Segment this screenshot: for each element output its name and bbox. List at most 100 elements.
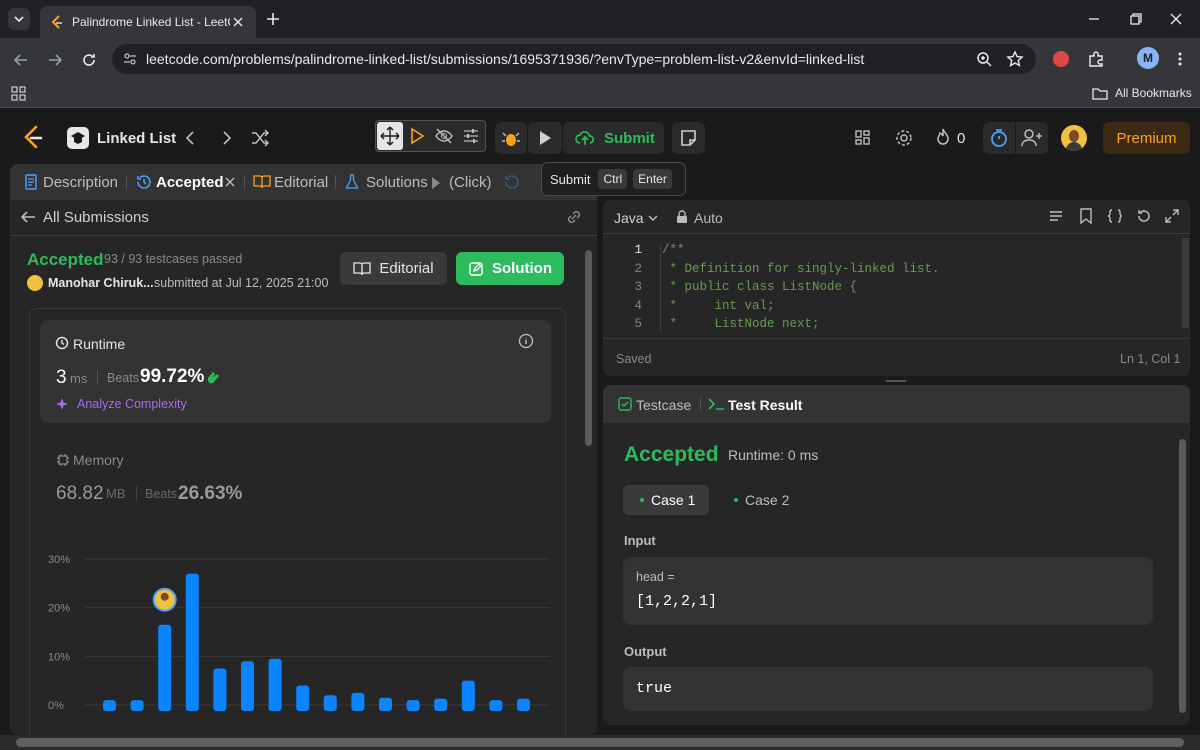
close-tab-icon[interactable] xyxy=(230,14,246,30)
chart-bar[interactable] xyxy=(130,700,144,711)
forward-icon[interactable] xyxy=(46,51,64,69)
language-select[interactable]: Java xyxy=(614,210,644,226)
horizontal-splitter[interactable] xyxy=(886,380,906,382)
reset-icon[interactable] xyxy=(1136,208,1152,224)
extension-icon[interactable] xyxy=(1053,51,1069,67)
left-scrollbar[interactable] xyxy=(585,250,592,446)
streak-flame-icon[interactable] xyxy=(934,127,952,147)
case-1-tab[interactable]: Case 1 xyxy=(623,485,709,515)
solution-button[interactable]: Solution xyxy=(456,252,564,285)
analyze-complexity-link[interactable]: Analyze Complexity xyxy=(77,397,187,411)
chart-bar[interactable] xyxy=(351,692,365,711)
back-arrow-icon[interactable] xyxy=(19,209,37,225)
prev-problem-icon[interactable] xyxy=(183,129,199,147)
premium-button[interactable]: Premium xyxy=(1103,122,1190,154)
settings-gear-icon[interactable] xyxy=(894,128,914,148)
bug-icon xyxy=(502,132,520,146)
history-faded-icon[interactable] xyxy=(504,174,520,190)
editor-scrollbar[interactable] xyxy=(1182,238,1189,328)
close-tab-accepted-icon[interactable] xyxy=(223,175,237,189)
chart-bar[interactable] xyxy=(323,695,337,711)
debug-button[interactable] xyxy=(495,122,527,154)
memory-label: Memory xyxy=(73,452,124,468)
eye-off-icon[interactable] xyxy=(434,127,454,145)
case-2-tab[interactable]: Case 2 xyxy=(723,485,809,515)
sliders-icon[interactable] xyxy=(462,127,480,145)
tab-search-button[interactable] xyxy=(8,8,30,30)
play-icon xyxy=(540,131,551,145)
all-submissions-link[interactable]: All Submissions xyxy=(43,209,149,226)
extensions-puzzle-icon[interactable] xyxy=(1087,50,1105,68)
user-avatar[interactable] xyxy=(1061,125,1087,151)
editorial-button[interactable]: Editorial xyxy=(340,252,447,285)
chart-bar[interactable] xyxy=(379,697,392,711)
url-bar[interactable]: leetcode.com/problems/palindrome-linked-… xyxy=(112,44,1036,74)
tab-solutions[interactable]: Solutions xyxy=(366,174,428,191)
back-icon[interactable] xyxy=(12,51,30,69)
memory-value: 68.82 xyxy=(56,483,104,504)
chart-bar[interactable] xyxy=(268,658,282,711)
tab-test-result[interactable]: Test Result xyxy=(728,397,802,413)
braces-icon[interactable] xyxy=(1106,208,1124,225)
vertical-splitter[interactable] xyxy=(597,430,601,460)
layout-grid-icon[interactable] xyxy=(854,129,872,147)
close-window-icon[interactable] xyxy=(1168,11,1184,27)
tab-divider xyxy=(335,175,336,189)
browser-tab[interactable]: Palindrome Linked List - LeetCode xyxy=(40,6,256,38)
chart-bar[interactable] xyxy=(406,700,420,711)
chart-bar[interactable] xyxy=(103,700,116,711)
submitter-name[interactable]: Manohar Chiruk... xyxy=(48,276,154,290)
all-bookmarks-link[interactable]: All Bookmarks xyxy=(1115,86,1192,100)
problem-list-title[interactable]: Linked List xyxy=(97,130,176,147)
drag-handle-button[interactable] xyxy=(377,122,403,150)
chevron-down-icon[interactable] xyxy=(647,212,659,224)
reload-icon[interactable] xyxy=(80,51,98,69)
submit-button[interactable]: Submit xyxy=(563,122,664,154)
zoom-icon[interactable] xyxy=(976,51,992,67)
apps-grid-icon[interactable] xyxy=(11,86,27,102)
bookmark-star-icon[interactable] xyxy=(1006,50,1024,68)
notes-button[interactable] xyxy=(672,122,705,154)
chart-bar[interactable] xyxy=(241,661,254,711)
editor-mode[interactable]: Auto xyxy=(694,210,723,226)
chart-bar[interactable] xyxy=(461,680,475,711)
info-icon[interactable] xyxy=(518,333,534,349)
runtime-card[interactable]: Runtime 3 ms Beats 99.72% Analyze Comple… xyxy=(40,320,551,423)
leetcode-logo-icon[interactable] xyxy=(22,125,44,149)
restore-icon[interactable] xyxy=(1128,11,1144,27)
minimize-icon[interactable] xyxy=(1086,11,1102,27)
chart-bar[interactable] xyxy=(213,668,227,712)
chart-bar[interactable] xyxy=(296,685,310,711)
tab-accepted[interactable]: Accepted xyxy=(156,174,224,191)
next-problem-icon[interactable] xyxy=(218,129,234,147)
runtime-distribution-chart[interactable]: 30% 20% 10% 0% xyxy=(40,544,550,724)
profile-avatar[interactable]: M xyxy=(1137,47,1159,69)
chart-bar[interactable] xyxy=(158,624,172,711)
chart-bar[interactable] xyxy=(185,573,199,711)
bookmark-icon[interactable] xyxy=(1079,208,1093,225)
play-outline-icon[interactable] xyxy=(408,127,426,145)
chart-bar[interactable] xyxy=(434,698,448,711)
tab-testcase[interactable]: Testcase xyxy=(636,397,691,413)
expand-icon[interactable] xyxy=(1164,208,1180,224)
format-icon[interactable] xyxy=(1048,209,1064,225)
tab-description[interactable]: Description xyxy=(43,174,118,191)
tab-editorial[interactable]: Editorial xyxy=(274,174,328,191)
chart-bar[interactable] xyxy=(517,698,530,711)
timer-button[interactable] xyxy=(983,122,1015,154)
your-submission-marker[interactable] xyxy=(152,587,177,612)
site-settings-icon[interactable] xyxy=(122,51,138,67)
run-button[interactable] xyxy=(528,122,562,154)
scrollbar-thumb[interactable] xyxy=(16,738,1184,747)
result-scrollbar[interactable] xyxy=(1179,439,1186,713)
link-icon[interactable] xyxy=(565,208,583,226)
chart-bar[interactable] xyxy=(489,700,503,711)
invite-button[interactable] xyxy=(1016,122,1048,154)
shuffle-icon[interactable] xyxy=(250,129,270,147)
new-tab-icon[interactable] xyxy=(264,10,282,28)
divider xyxy=(603,233,1190,234)
result-status: Accepted xyxy=(624,443,719,466)
menu-kebab-icon[interactable] xyxy=(1172,50,1188,68)
list-badge[interactable] xyxy=(67,127,89,149)
page-horizontal-scrollbar[interactable] xyxy=(0,735,1200,750)
